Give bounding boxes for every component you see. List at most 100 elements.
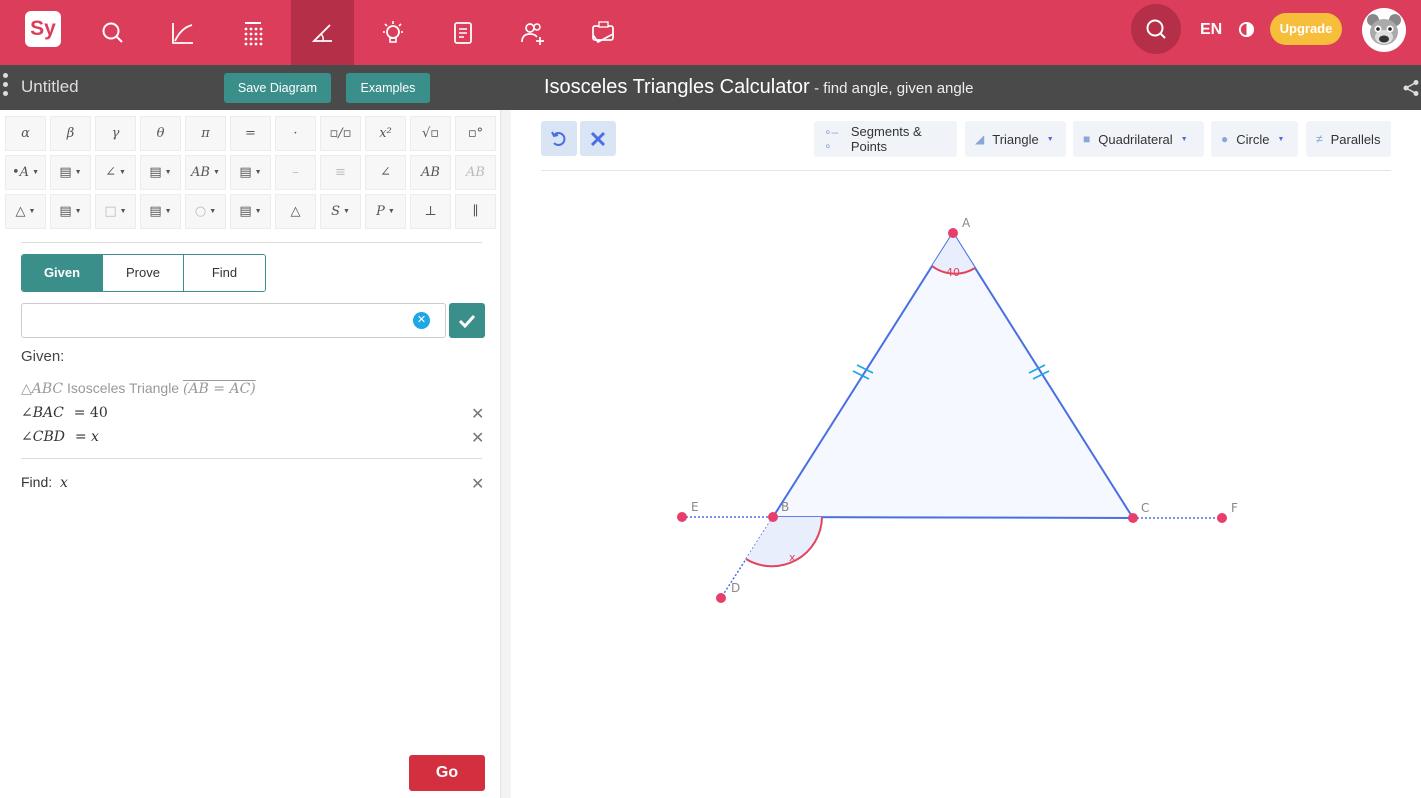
tab-prove[interactable]: Prove [103, 255, 184, 291]
go-button[interactable]: Go [409, 755, 485, 791]
keyboard-key[interactable]: ∥ [455, 194, 496, 229]
users-icon[interactable] [501, 0, 564, 65]
key-label: γ [111, 126, 120, 141]
keyboard-key[interactable]: ▤ ▼ [230, 155, 271, 190]
label-e: E [691, 500, 699, 514]
keyboard-key[interactable]: ▤ ▼ [140, 155, 181, 190]
segments-points-tool[interactable]: ∘–∘ Segments & Points [814, 121, 957, 157]
document-bar: Untitled Save Diagram Examples Isosceles… [0, 65, 1421, 110]
geometry-icon[interactable] [291, 0, 354, 65]
circle-tool[interactable]: ● Circle ▼ [1211, 121, 1298, 157]
diagram-toolbar: ∘–∘ Segments & Points ◢ Triangle ▼ ■ Quadril… [511, 110, 1421, 172]
keyboard-key[interactable]: S ▼ [320, 194, 361, 229]
key-label: ∥ [472, 204, 479, 219]
keyboard-key[interactable]: ≡ [320, 155, 361, 190]
remove-given-icon[interactable]: ✕ [471, 428, 484, 448]
keyboard-key[interactable]: AB [455, 155, 496, 190]
symbolab-logo[interactable]: Sy [25, 11, 61, 47]
avatar[interactable] [1362, 8, 1406, 52]
document-title[interactable]: Untitled [21, 77, 79, 97]
panel-splitter[interactable] [501, 110, 511, 798]
keyboard-key[interactable]: ∠ ▼ [95, 155, 136, 190]
check-icon [458, 314, 476, 328]
upgrade-button[interactable]: Upgrade [1270, 13, 1342, 45]
diagram-canvas[interactable]: 40 x A B C D E F [511, 172, 1421, 798]
practice-icon[interactable] [571, 0, 634, 65]
remove-given-icon[interactable]: ✕ [471, 404, 484, 424]
toolbar-divider [541, 170, 1391, 171]
triangle-tool[interactable]: ◢ Triangle ▼ [965, 121, 1066, 157]
keyboard-key[interactable]: ⊥ [410, 194, 451, 229]
keyboard-key[interactable]: ▤ ▼ [230, 194, 271, 229]
clear-input-icon[interactable]: ✕ [413, 312, 430, 329]
site-search-button[interactable] [1131, 4, 1181, 54]
examples-button[interactable]: Examples [346, 73, 430, 103]
language-selector[interactable]: EN [1200, 21, 1222, 39]
keyboard-key[interactable]: ▤ ▼ [50, 155, 91, 190]
point-b[interactable] [768, 512, 778, 522]
clear-diagram-button[interactable] [580, 121, 616, 156]
chevron-down-icon: ▼ [74, 208, 82, 215]
key-label: P [376, 204, 385, 219]
keyboard-key[interactable]: △ ▼ [5, 194, 46, 229]
notebook-icon[interactable] [431, 0, 494, 65]
key-label: ▤ [149, 204, 162, 219]
menu-dots-icon[interactable] [3, 73, 9, 100]
key-label: ▤ [59, 204, 72, 219]
chevron-down-icon: ▼ [254, 208, 262, 215]
contrast-toggle-icon[interactable] [1238, 21, 1255, 38]
lightbulb-icon[interactable] [361, 0, 424, 65]
keyboard-key[interactable]: – [275, 155, 316, 190]
keyboard-key[interactable]: x² [365, 116, 406, 151]
save-diagram-button[interactable]: Save Diagram [224, 73, 331, 103]
key-label: ≡ [335, 165, 346, 180]
point-d[interactable] [716, 593, 726, 603]
chevron-down-icon: ▼ [74, 169, 82, 176]
submit-given-button[interactable] [449, 303, 485, 338]
search-icon [1146, 19, 1166, 39]
keyboard-key[interactable]: P ▼ [365, 194, 406, 229]
tool-label: Circle [1236, 131, 1270, 147]
keyboard-key[interactable]: α [5, 116, 46, 151]
point-a[interactable] [948, 228, 958, 238]
keyboard-key[interactable]: •A ▼ [5, 155, 46, 190]
graph-icon[interactable] [151, 0, 214, 65]
keyboard-key[interactable]: ∠ [365, 155, 406, 190]
keyboard-key[interactable]: AB [410, 155, 451, 190]
keyboard-key[interactable]: √▫ [410, 116, 451, 151]
keyboard-key[interactable]: □ ▼ [95, 194, 136, 229]
keyboard-key[interactable]: · [275, 116, 316, 151]
keyboard-key[interactable]: = [230, 116, 271, 151]
calculator-icon[interactable] [221, 0, 284, 65]
key-label: π [201, 126, 210, 141]
keyboard-key[interactable]: π [185, 116, 226, 151]
keyboard-key[interactable]: ▫° [455, 116, 496, 151]
given-input[interactable] [21, 303, 446, 338]
given-item-lhs: ∠CBD [21, 429, 65, 445]
keyboard-key[interactable]: ▤ ▼ [140, 194, 181, 229]
tool-label: Triangle [992, 131, 1039, 147]
key-label: △ [15, 204, 26, 219]
keyboard-key[interactable]: ▤ ▼ [50, 194, 91, 229]
point-e[interactable] [677, 512, 687, 522]
triangle-equation: (AB = AC) [182, 381, 256, 397]
keyboard-key[interactable]: γ [95, 116, 136, 151]
keyboard-key[interactable]: ○ ▼ [185, 194, 226, 229]
keyboard-key[interactable]: △ [275, 194, 316, 229]
undo-button[interactable] [541, 121, 577, 156]
keyboard-key[interactable]: AB ▼ [185, 155, 226, 190]
parallels-tool[interactable]: ≠ Parallels [1306, 121, 1391, 157]
keyboard-key[interactable]: β [50, 116, 91, 151]
keyboard-key[interactable]: ▫/▫ [320, 116, 361, 151]
search-icon[interactable] [81, 0, 144, 65]
tab-given[interactable]: Given [22, 255, 103, 291]
quadrilateral-tool[interactable]: ■ Quadrilateral ▼ [1073, 121, 1204, 157]
share-icon[interactable] [1402, 79, 1420, 97]
point-f[interactable] [1217, 513, 1227, 523]
angle-b-fill [746, 517, 822, 567]
keyboard-key[interactable]: θ [140, 116, 181, 151]
point-c[interactable] [1128, 513, 1138, 523]
tab-find[interactable]: Find [184, 255, 265, 291]
chevron-down-icon: ▼ [32, 169, 39, 176]
remove-find-icon[interactable]: ✕ [471, 474, 484, 494]
